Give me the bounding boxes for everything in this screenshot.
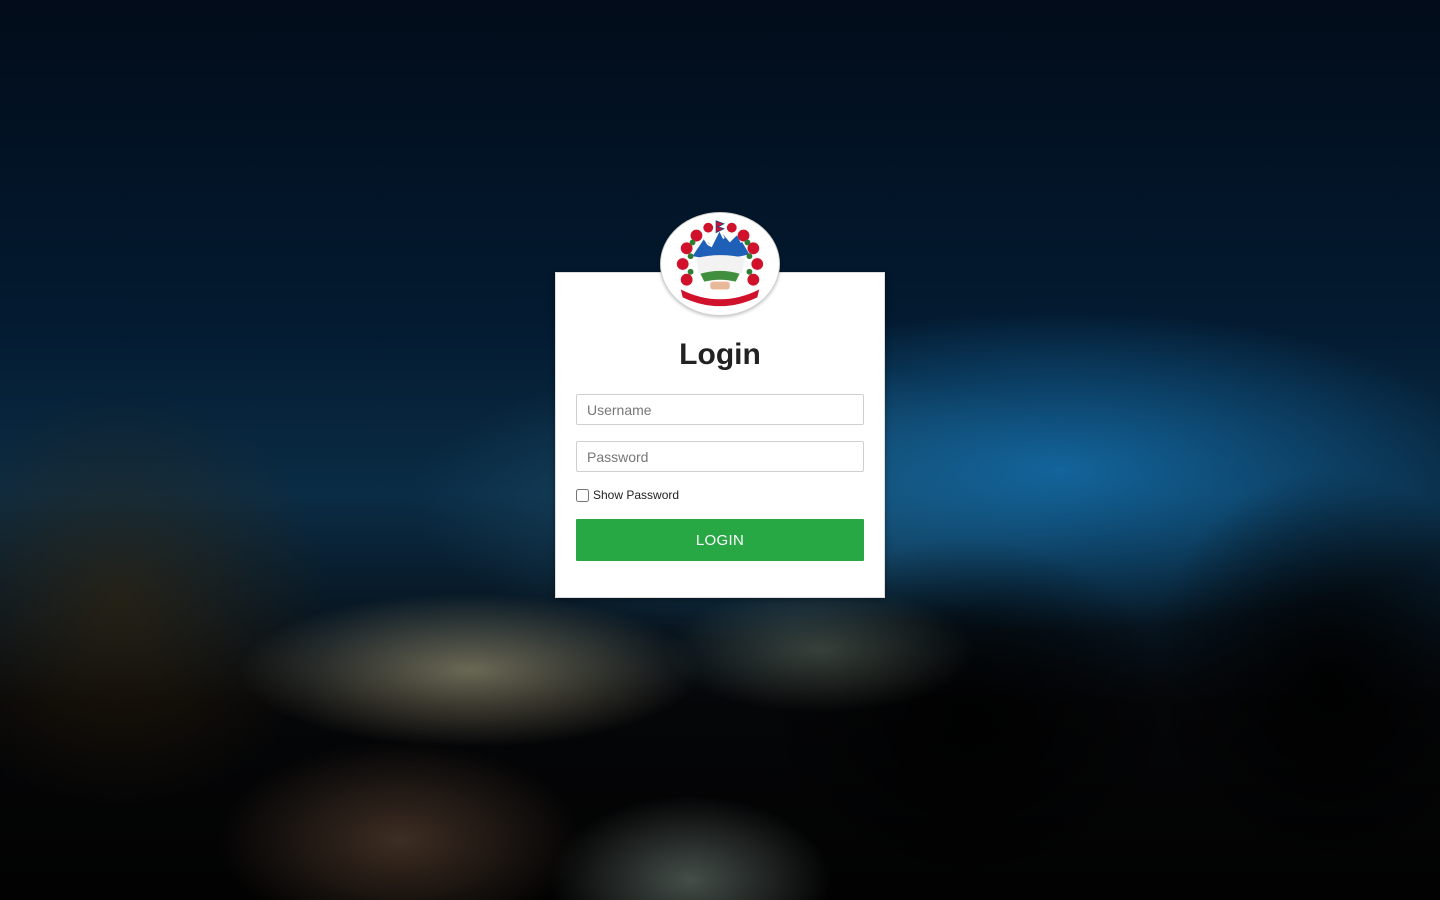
- login-button[interactable]: LOGIN: [576, 519, 864, 561]
- password-input[interactable]: [576, 441, 864, 472]
- government-emblem-icon: [660, 212, 780, 316]
- show-password-label: Show Password: [593, 488, 680, 502]
- login-title: Login: [679, 338, 761, 371]
- login-card: Login Show Password LOGIN: [555, 272, 885, 598]
- show-password-checkbox[interactable]: [576, 488, 589, 502]
- username-input[interactable]: [576, 394, 864, 425]
- show-password-toggle[interactable]: Show Password: [576, 487, 679, 503]
